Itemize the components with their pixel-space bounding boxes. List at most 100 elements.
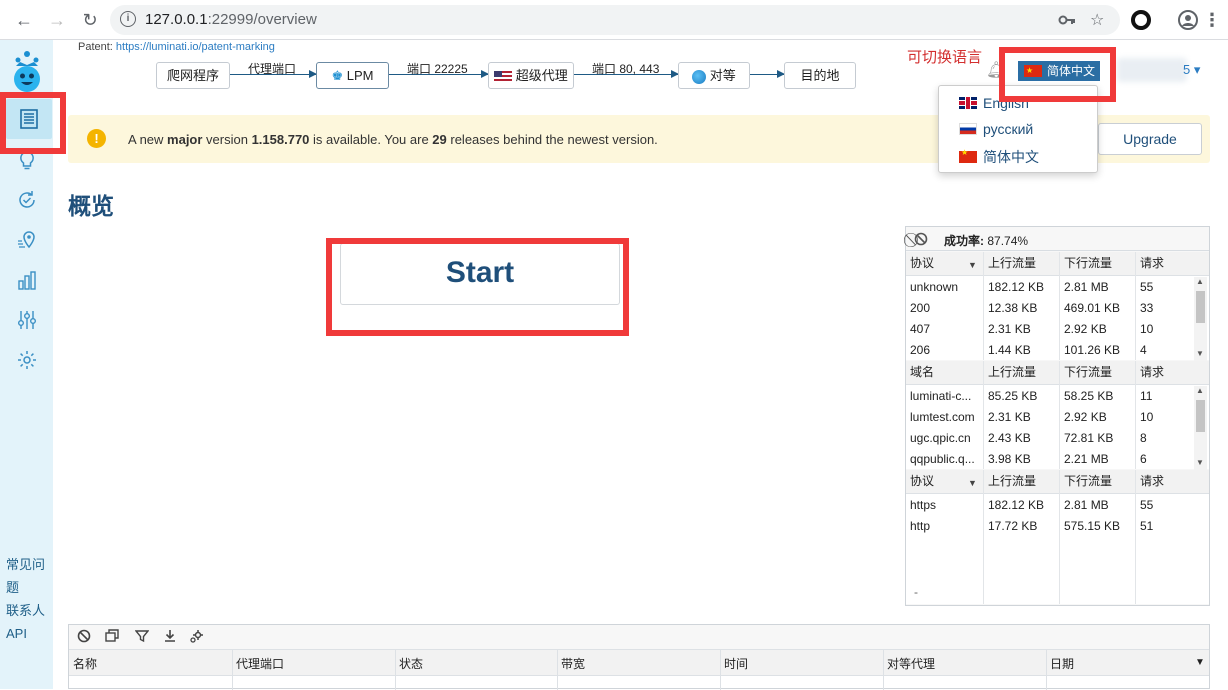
column-divider <box>557 650 558 690</box>
chrome-menu-icon[interactable]: ⋮ <box>1200 8 1224 32</box>
column-header[interactable]: 下行流量 <box>1060 471 1136 492</box>
sort-caret-icon[interactable]: ▼ <box>1195 657 1205 668</box>
table-row[interactable]: http 17.72 KB 575.15 KB 51 <box>906 516 1194 537</box>
language-option-russian[interactable]: русский <box>959 121 1033 137</box>
table-row[interactable]: 200 12.38 KB 469.01 KB 33 <box>906 298 1194 319</box>
table-row[interactable]: ugc.qpic.cn 2.43 KB 72.81 KB 8 <box>906 428 1194 449</box>
key-icon[interactable] <box>1058 12 1076 28</box>
success-rate-label: 成功率: <box>944 234 984 248</box>
table-cell: 17.72 KB <box>988 519 1038 533</box>
stats-table: 域名 上行流量 下行流量 请求 luminati-c... 85.25 KB 58.25 K… <box>906 361 1209 470</box>
table-column-header[interactable]: 时间 <box>724 655 748 672</box>
column-divider <box>232 650 233 690</box>
sort-caret-icon[interactable]: ▼ <box>968 260 977 270</box>
scroll-down-icon[interactable]: ▼ <box>1196 349 1204 358</box>
table-cell: 182.12 KB <box>988 498 1045 512</box>
column-header[interactable]: 上行流量 <box>984 253 1060 274</box>
column-header[interactable]: 上行流量 <box>984 362 1060 383</box>
flow-destination: 目的地 <box>784 62 856 89</box>
nav-refresh-check-icon[interactable] <box>14 187 40 213</box>
table-row[interactable]: 206 1.44 KB 101.26 KB 4 <box>906 340 1194 361</box>
table-row[interactable]: lumtest.com 2.31 KB 2.92 KB 10 <box>906 407 1194 428</box>
clear-icon[interactable] <box>914 232 928 246</box>
table-cell: 575.15 KB <box>1064 519 1121 533</box>
scroll-thumb[interactable] <box>1196 291 1205 323</box>
column-header[interactable]: 上行流量 <box>984 471 1060 492</box>
api-link[interactable]: API <box>6 622 52 645</box>
column-header[interactable]: 请求 <box>1136 253 1194 274</box>
column-header[interactable]: 请求 <box>1136 471 1194 492</box>
upgrade-button[interactable]: Upgrade <box>1098 123 1202 155</box>
scrollbar[interactable]: ▲ ▼ <box>1194 277 1207 361</box>
nav-settings-gear-icon[interactable] <box>14 347 40 373</box>
flow-lpm[interactable]: ♚ LPM <box>316 62 389 89</box>
table-cell: 10 <box>1140 410 1154 424</box>
table-column-header[interactable]: 名称 <box>73 655 97 672</box>
reload-icon[interactable]: ↻ <box>78 8 102 32</box>
column-header[interactable]: 下行流量 <box>1060 253 1136 274</box>
column-header[interactable]: 下行流量 <box>1060 362 1136 383</box>
table-toolbar <box>69 625 1209 650</box>
user-dropdown-icon[interactable]: 5 ▾ <box>1183 62 1200 78</box>
faq-link[interactable]: 常见问题 <box>6 553 52 599</box>
us-flag-icon <box>494 70 513 83</box>
table-column-header[interactable]: 对等代理 <box>887 655 935 672</box>
site-info-icon[interactable]: i <box>120 11 136 27</box>
stats-table-header: 协议 上行流量 下行流量 请求 ▼ <box>906 252 1209 276</box>
address-bar[interactable]: i 127.0.0.1:22999/overview ☆ <box>110 5 1120 35</box>
table-row[interactable]: qqpublic.q... 3.98 KB 2.21 MB 6 <box>906 449 1194 470</box>
profile-icon[interactable] <box>1177 9 1199 31</box>
table-cell: 2.31 KB <box>988 322 1031 336</box>
back-icon[interactable]: ← <box>12 8 36 32</box>
settings-gear-icon[interactable] <box>189 629 204 644</box>
nav-stats-icon[interactable] <box>14 267 40 293</box>
table-cell: 200 <box>910 301 931 315</box>
language-option-chinese[interactable]: 简体中文 <box>959 147 1039 167</box>
table-cell: 6 <box>1140 452 1147 466</box>
table-row[interactable]: luminati-c... 85.25 KB 58.25 KB 11 <box>906 386 1194 407</box>
scroll-down-icon[interactable]: ▼ <box>1196 458 1204 467</box>
sidebar: 常见问题 联系人 API <box>0 40 53 689</box>
extension-icon[interactable] <box>1130 9 1152 31</box>
language-option-english[interactable]: English <box>959 95 1029 111</box>
bookmark-star-icon[interactable]: ☆ <box>1090 10 1104 30</box>
table-row[interactable]: 407 2.31 KB 2.92 KB 10 <box>906 319 1194 340</box>
column-header[interactable]: 域名 <box>906 362 984 383</box>
clear-icon[interactable] <box>77 629 91 643</box>
table-column-header[interactable]: 状态 <box>399 655 423 672</box>
bell-icon[interactable]: 🔔︎ <box>986 60 1006 80</box>
sort-caret-icon[interactable]: ▼ <box>968 478 977 488</box>
patent-link[interactable]: https://luminati.io/patent-marking <box>116 41 275 53</box>
table-row[interactable]: unknown 182.12 KB 2.81 MB 55 <box>906 277 1194 298</box>
download-icon[interactable] <box>163 629 177 643</box>
start-button[interactable]: Start <box>340 243 620 305</box>
luminati-logo[interactable] <box>12 48 42 94</box>
flow-proxy-port-label: 代理端口 <box>248 62 297 76</box>
nav-sliders-icon[interactable] <box>14 307 40 333</box>
scroll-up-icon[interactable]: ▲ <box>1196 277 1204 286</box>
language-selector[interactable]: 简体中文 <box>1018 61 1100 81</box>
duplicate-icon[interactable] <box>105 629 119 643</box>
contact-link[interactable]: 联系人 <box>6 599 52 622</box>
table-cell: 2.92 KB <box>1064 322 1107 336</box>
proxy-table: 名称 代理端口 状态 带宽 时间 对等代理 日期 ▼ <box>68 624 1210 690</box>
nav-overview-icon[interactable] <box>6 99 52 139</box>
table-header: 名称 代理端口 状态 带宽 时间 对等代理 日期 ▼ <box>69 650 1209 690</box>
flow-super-proxy: 超级代理 <box>488 62 574 89</box>
filter-icon[interactable] <box>135 629 149 643</box>
china-flag-icon <box>1024 62 1042 80</box>
nav-location-icon[interactable] <box>14 227 40 253</box>
scroll-up-icon[interactable]: ▲ <box>1196 386 1204 395</box>
user-account[interactable] <box>1117 58 1187 82</box>
column-header[interactable]: 请求 <box>1136 362 1194 383</box>
sidebar-links: 常见问题 联系人 API <box>6 553 52 645</box>
table-column-header[interactable]: 日期 <box>1050 655 1074 672</box>
table-cell: 2.31 KB <box>988 410 1031 424</box>
scroll-thumb[interactable] <box>1196 400 1205 432</box>
forward-icon[interactable]: → <box>45 8 69 32</box>
table-column-header[interactable]: 代理端口 <box>236 655 284 672</box>
scrollbar[interactable]: ▲ ▼ <box>1194 386 1207 470</box>
nav-lightbulb-icon[interactable] <box>14 147 40 173</box>
table-column-header[interactable]: 带宽 <box>561 655 585 672</box>
table-row[interactable]: https 182.12 KB 2.81 MB 55 <box>906 495 1194 516</box>
